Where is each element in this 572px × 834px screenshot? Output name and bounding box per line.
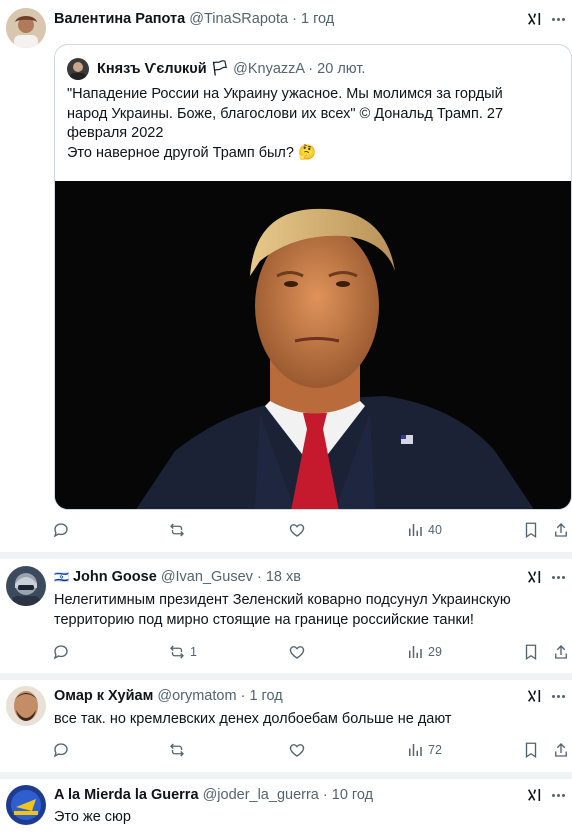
quote-author-name: Князъ Ѵєлυкυй 🏳 [97,61,230,77]
quote-text: "Нападение России на Украину ужасное. Мы… [67,85,547,163]
bookmark-button[interactable] [522,740,540,760]
quoted-tweet[interactable]: Князъ Ѵєлυкυй 🏳 @KnyazzA · 20 лют. "Напа… [54,44,572,510]
like-button[interactable] [288,520,306,540]
quote-header: Князъ Ѵєлυкυй 🏳 @KnyazzA · 20 лют. [67,57,365,81]
tweet-actions: 72 [52,740,572,762]
more-icon[interactable] [550,10,566,28]
tweet-3[interactable]: Омар к Хуйам @orymatom · 1 год все так. … [0,680,572,772]
quote-time: 20 лют. [317,61,366,77]
grok-icon[interactable] [526,687,542,705]
author-name[interactable]: John Goose [73,569,157,585]
reply-button[interactable] [52,740,70,760]
timestamp[interactable]: 18 хв [266,569,301,585]
tweet-4[interactable]: A la Mierda la Guerra @joder_la_guerra ·… [0,779,572,834]
tweet-header: Омар к Хуйам @orymatom · 1 год [54,688,283,704]
quote-line: народ Украины. Боже, благослови их всех"… [67,105,504,122]
bookmark-icon [522,643,540,661]
tweet-1[interactable]: Валентина Рапота @TinaSRapota · 1 год Кн… [0,0,572,552]
avatar[interactable] [6,785,46,825]
author-handle[interactable]: @joder_la_guerra [203,787,319,803]
quote-line: Это наверное другой Трамп был? 🤔 [67,144,317,161]
author-handle[interactable]: @orymatom [157,688,236,704]
tweet-actions: 40 [52,520,572,542]
timestamp[interactable]: 1 год [301,11,334,27]
grok-icon[interactable] [526,10,542,28]
retweet-button[interactable] [168,520,190,540]
reply-button[interactable] [52,642,70,662]
share-icon [552,643,570,661]
quote-handle: @KnyazzA [233,61,305,77]
views-count: 40 [428,523,442,537]
retweet-icon [168,643,186,661]
tweet-header: Валентина Рапота @TinaSRapota · 1 год [54,11,335,27]
views-button[interactable]: 72 [406,740,442,760]
bookmark-icon [522,741,540,759]
grok-icon[interactable] [526,786,542,804]
views-icon [406,741,424,759]
tweet-text: Это же сюр [54,807,542,827]
like-button[interactable] [288,740,306,760]
share-icon [552,741,570,759]
tweet-actions: 1 29 [52,642,572,664]
bookmark-icon [522,521,540,539]
avatar[interactable] [6,686,46,726]
author-name[interactable]: A la Mierda la Guerra [54,787,199,803]
quote-line: "Нападение России на Украину ужасное. Мы… [67,86,503,102]
quote-avatar [67,58,89,81]
reply-icon [52,741,70,759]
like-icon [288,741,306,759]
views-button[interactable]: 29 [406,642,442,662]
views-icon [406,521,424,539]
like-icon [288,521,306,539]
reply-icon [52,643,70,661]
flag-badge: 🇮🇱 [54,570,69,584]
avatar[interactable] [6,566,46,606]
quote-photo[interactable] [55,181,571,509]
grok-icon[interactable] [526,568,542,586]
more-icon[interactable] [550,568,566,586]
avatar[interactable] [6,8,46,48]
author-handle[interactable]: @TinaSRapota [189,11,288,27]
divider [0,552,572,559]
tweet-header: A la Mierda la Guerra @joder_la_guerra ·… [54,787,374,803]
retweet-count: 1 [190,645,197,659]
retweet-button[interactable] [168,740,186,760]
text-line: Это же сюр [54,809,131,825]
views-count: 29 [428,645,442,659]
tweet-2[interactable]: 🇮🇱 John Goose @Ivan_Gusev · 18 хв Нелеги… [0,559,572,673]
text-line: все так. но кремлевских денех долбоебам … [54,711,452,727]
quote-line: февраля 2022 [67,125,164,141]
retweet-icon [168,521,186,539]
divider [0,673,572,680]
share-icon [552,521,570,539]
timestamp[interactable]: 10 год [332,787,373,803]
timestamp[interactable]: 1 год [249,688,282,704]
tweet-header: 🇮🇱 John Goose @Ivan_Gusev · 18 хв [54,569,301,585]
divider [0,772,572,779]
author-handle[interactable]: @Ivan_Gusev [161,569,253,585]
author-name[interactable]: Омар к Хуйам [54,688,153,704]
reply-icon [52,521,70,539]
more-icon[interactable] [550,687,566,705]
views-button[interactable]: 40 [406,520,442,540]
retweet-button[interactable]: 1 [168,642,197,662]
bookmark-button[interactable] [522,642,540,662]
like-icon [288,643,306,661]
text-line: Нелегитимным президент Зеленский коварно… [54,592,511,608]
tweet-text: все так. но кремлевских денех долбоебам … [54,709,542,729]
share-button[interactable] [552,520,570,540]
share-button[interactable] [552,642,570,662]
author-name[interactable]: Валентина Рапота [54,11,185,27]
reply-button[interactable] [52,520,74,540]
more-icon[interactable] [550,786,566,804]
tweet-text: Нелегитимным президент Зеленский коварно… [54,590,542,630]
share-button[interactable] [552,740,570,760]
like-button[interactable] [288,642,306,662]
text-line: территорию под мирно стоящие на границе … [54,612,474,628]
retweet-icon [168,741,186,759]
bookmark-button[interactable] [522,520,540,540]
views-icon [406,643,424,661]
views-count: 72 [428,743,442,757]
